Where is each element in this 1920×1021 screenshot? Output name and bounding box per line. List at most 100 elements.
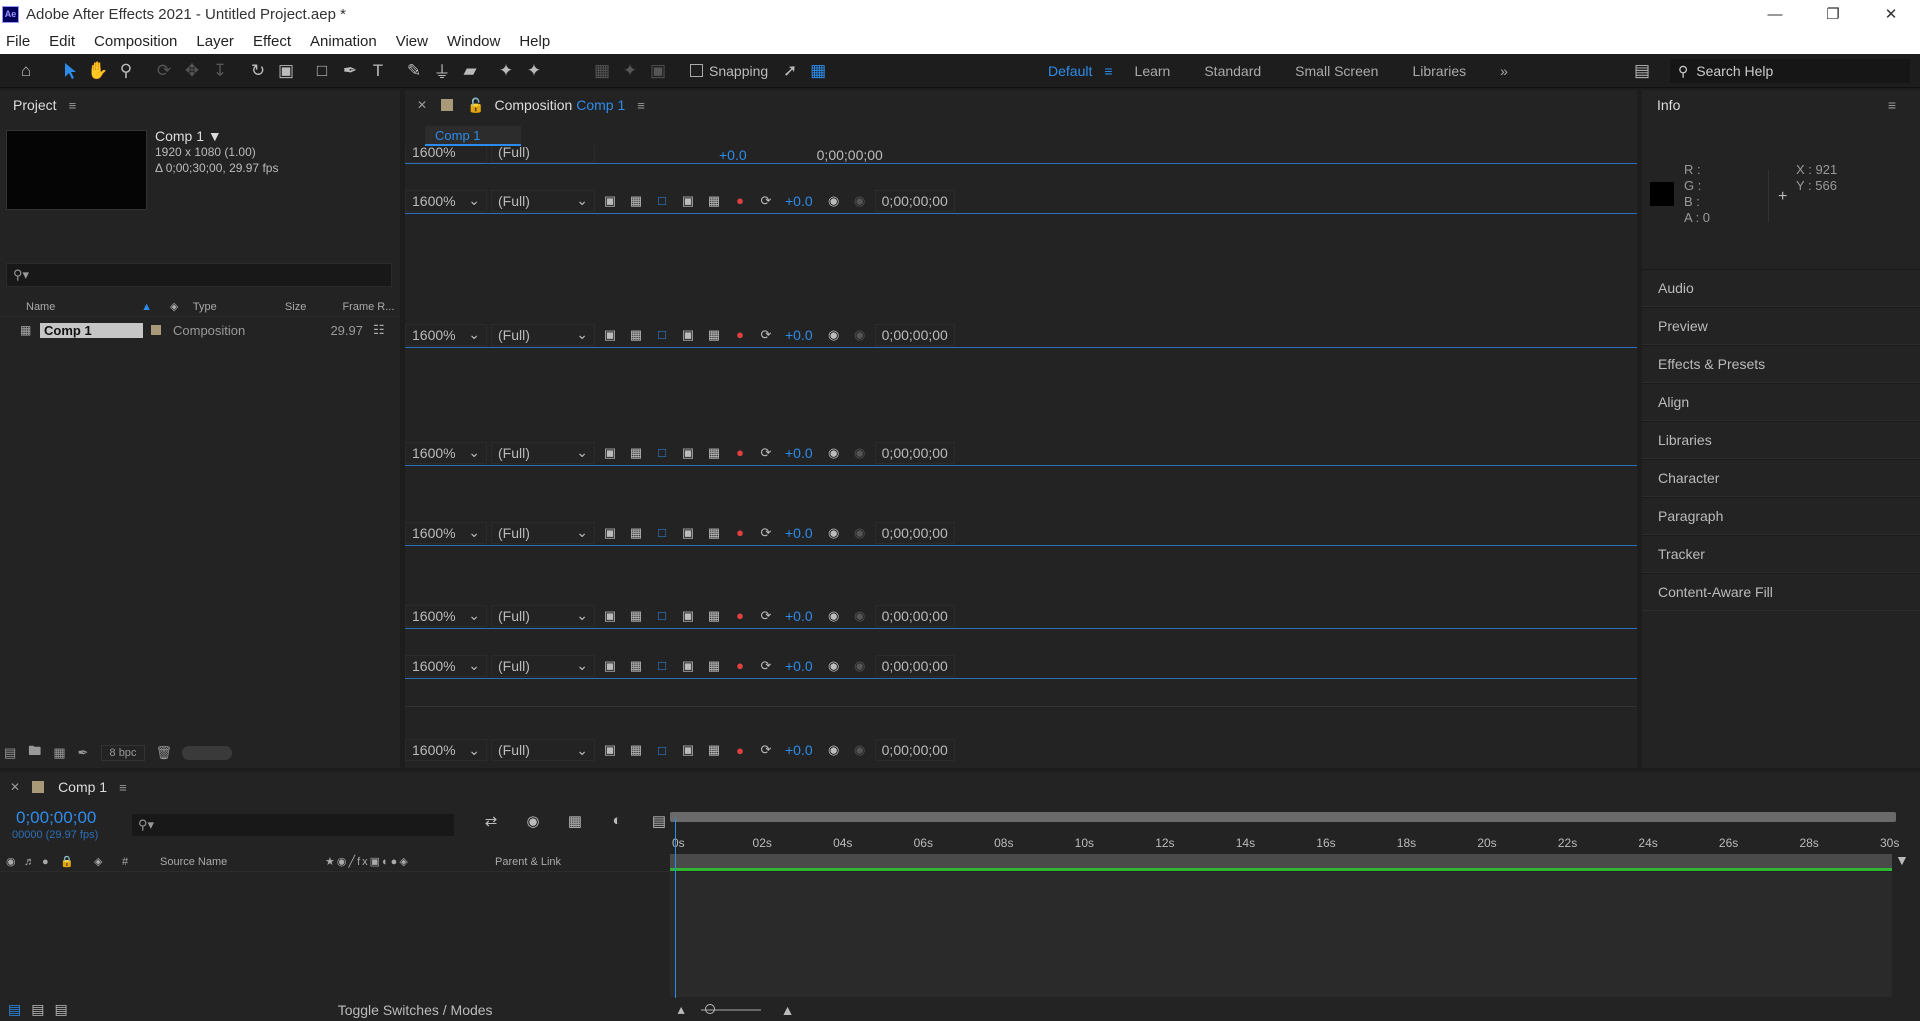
dolly-camera-icon[interactable]: ↧ xyxy=(206,57,234,85)
current-time-display[interactable]: 0;00;00;00 xyxy=(16,808,96,828)
mask-visibility-icon[interactable]: □ xyxy=(651,442,673,464)
new-folder-icon[interactable]: 🖿 xyxy=(28,742,41,764)
exposure-value[interactable]: +0.0 xyxy=(785,608,813,624)
exposure-value[interactable]: +0.0 xyxy=(785,445,813,461)
panel-menu-icon[interactable]: ≡ xyxy=(69,98,77,113)
rotation-tool-icon[interactable]: ↻ xyxy=(244,57,272,85)
panel-audio[interactable]: Audio xyxy=(1642,269,1920,307)
region-of-interest-icon[interactable]: ▣ xyxy=(677,190,699,212)
hand-tool-icon[interactable]: ✋ xyxy=(84,57,112,85)
channel-icon[interactable]: ● xyxy=(729,324,751,346)
zoom-tool-icon[interactable]: ⚲ xyxy=(112,57,140,85)
workspace-default[interactable]: Default xyxy=(1048,63,1092,79)
toggle-switches-modes-button[interactable]: Toggle Switches / Modes xyxy=(338,1002,493,1018)
grid-guides-icon[interactable]: ▦ xyxy=(703,324,725,346)
channel-icon[interactable]: ● xyxy=(729,190,751,212)
show-snapshot-icon[interactable]: ◉ xyxy=(849,442,871,464)
current-time-field[interactable]: 0;00;00;00 xyxy=(874,521,955,544)
mask-visibility-icon[interactable]: □ xyxy=(651,522,673,544)
resolution-dropdown[interactable]: (Full) ⌄ xyxy=(491,739,595,761)
show-snapshot-icon[interactable]: ◉ xyxy=(849,605,871,627)
project-search-input[interactable]: ⚲▾ xyxy=(6,263,392,287)
region-of-interest-icon[interactable]: ▣ xyxy=(677,655,699,677)
composition-mini-flowchart-icon[interactable]: ⇄ xyxy=(470,812,512,830)
rectangle-tool-icon[interactable]: □ xyxy=(308,57,336,85)
zoom-dropdown[interactable]: 1600% ⌄ xyxy=(405,189,487,212)
workspace-learn[interactable]: Learn xyxy=(1135,63,1171,79)
snapping-toggle[interactable]: Snapping xyxy=(690,63,768,79)
menu-help[interactable]: Help xyxy=(519,33,550,50)
axis-local-icon[interactable]: ▦ xyxy=(588,57,616,85)
channel-icon[interactable]: ● xyxy=(729,442,751,464)
region-of-interest-icon[interactable]: ▣ xyxy=(677,739,699,761)
lock-icon[interactable]: 🔓 xyxy=(467,97,484,114)
transfer-controls-pane-icon[interactable]: ▤ xyxy=(31,1001,44,1018)
zoom-dropdown[interactable]: 1600% ⌄ xyxy=(405,739,487,761)
panel-tracker[interactable]: Tracker xyxy=(1642,535,1920,573)
fast-previews-icon[interactable]: ▣ xyxy=(599,605,621,627)
mask-visibility-icon[interactable]: □ xyxy=(651,655,673,677)
roto-brush-tool-icon[interactable]: ✦ xyxy=(492,57,520,85)
type-tool-icon[interactable]: T xyxy=(364,57,392,85)
reset-exposure-icon[interactable]: ⟳ xyxy=(755,605,777,627)
chevron-down-icon[interactable]: ▼ xyxy=(208,128,222,144)
snapshot-camera-icon[interactable]: ◉ xyxy=(823,739,845,761)
mask-visibility-icon[interactable]: □ xyxy=(651,605,673,627)
col-frame-rate[interactable]: Frame R... xyxy=(342,301,400,313)
transparency-grid-icon[interactable]: ▦ xyxy=(625,324,647,346)
project-item-name[interactable]: Comp 1 xyxy=(40,322,143,338)
region-of-interest-icon[interactable]: ▣ xyxy=(677,522,699,544)
zoom-dropdown[interactable]: 1600% ⌄ xyxy=(405,323,487,346)
region-of-interest-icon[interactable]: ▣ xyxy=(677,324,699,346)
reset-exposure-icon[interactable]: ⟳ xyxy=(755,442,777,464)
transparency-grid-icon[interactable]: ▦ xyxy=(625,522,647,544)
resolution-dropdown[interactable]: (Full) ⌄ xyxy=(491,441,595,464)
flowchart-icon[interactable]: ☷ xyxy=(373,322,385,338)
label-tag-icon[interactable]: ◈ xyxy=(170,300,193,313)
current-time-field[interactable]: 0;00;00;00 xyxy=(874,739,955,761)
resolution-dropdown[interactable]: (Full) ⌄ xyxy=(491,654,595,677)
zoom-dropdown[interactable]: 1600% ⌄ xyxy=(405,604,487,627)
draft-3d-icon[interactable]: ◉ xyxy=(512,812,554,830)
reset-exposure-icon[interactable]: ⟳ xyxy=(755,324,777,346)
solo-icon[interactable]: ● xyxy=(42,856,60,868)
col-size[interactable]: Size xyxy=(285,301,343,313)
home-icon[interactable]: ⌂ xyxy=(12,57,40,85)
show-snapshot-icon[interactable]: ◉ xyxy=(849,522,871,544)
current-time-field[interactable]: 0;00;00;00 xyxy=(874,189,955,212)
snapshot-camera-icon[interactable]: ◉ xyxy=(823,442,845,464)
adjust-project-settings-icon[interactable]: ✒ xyxy=(78,745,89,761)
lock-icon[interactable]: 🔒 xyxy=(60,855,94,868)
in-out-pane-icon[interactable]: ▤ xyxy=(54,1001,67,1018)
workspace-menu-icon[interactable]: ≡ xyxy=(1104,63,1112,79)
col-type[interactable]: Type xyxy=(193,301,285,313)
exposure-value[interactable]: +0.0 xyxy=(785,742,813,758)
current-time-field[interactable]: 0;00;00;00 xyxy=(874,654,955,677)
resolution-dropdown[interactable]: (Full) xyxy=(491,146,595,163)
fast-previews-icon[interactable]: ▣ xyxy=(599,739,621,761)
workspace-libraries[interactable]: Libraries xyxy=(1412,63,1466,79)
region-of-interest-icon[interactable]: ▣ xyxy=(677,442,699,464)
layer-track-area[interactable] xyxy=(670,872,1892,997)
exposure-value[interactable]: +0.0 xyxy=(785,525,813,541)
workspace-overflow-icon[interactable]: » xyxy=(1500,63,1508,79)
menu-window[interactable]: Window xyxy=(447,33,500,50)
current-time-field[interactable]: 0;00;00;00 xyxy=(874,323,955,346)
delete-icon[interactable]: 🗑 xyxy=(155,745,172,761)
anchor-point-tool-icon[interactable]: ▣ xyxy=(272,57,300,85)
grid-guides-icon[interactable]: ▦ xyxy=(703,522,725,544)
audio-icon[interactable]: ♬ xyxy=(24,856,42,868)
zoom-dropdown[interactable]: 1600% ⌄ xyxy=(405,441,487,464)
selection-tool-icon[interactable] xyxy=(56,57,84,85)
grid-guides-icon[interactable]: ▦ xyxy=(703,190,725,212)
transparency-grid-icon[interactable]: ▦ xyxy=(625,739,647,761)
time-navigator[interactable] xyxy=(670,812,1896,822)
fast-previews-icon[interactable]: ▣ xyxy=(599,190,621,212)
axis-view-icon[interactable]: ▣ xyxy=(644,57,672,85)
frame-blending-icon[interactable]: ▦ xyxy=(554,812,596,830)
puppet-pin-tool-icon[interactable]: ✦ xyxy=(520,57,548,85)
composition-name[interactable]: Comp 1 xyxy=(576,97,625,113)
fast-previews-icon[interactable]: ▣ xyxy=(599,655,621,677)
resolution-dropdown[interactable]: (Full) ⌄ xyxy=(491,521,595,544)
transparency-grid-icon[interactable]: ▦ xyxy=(625,190,647,212)
